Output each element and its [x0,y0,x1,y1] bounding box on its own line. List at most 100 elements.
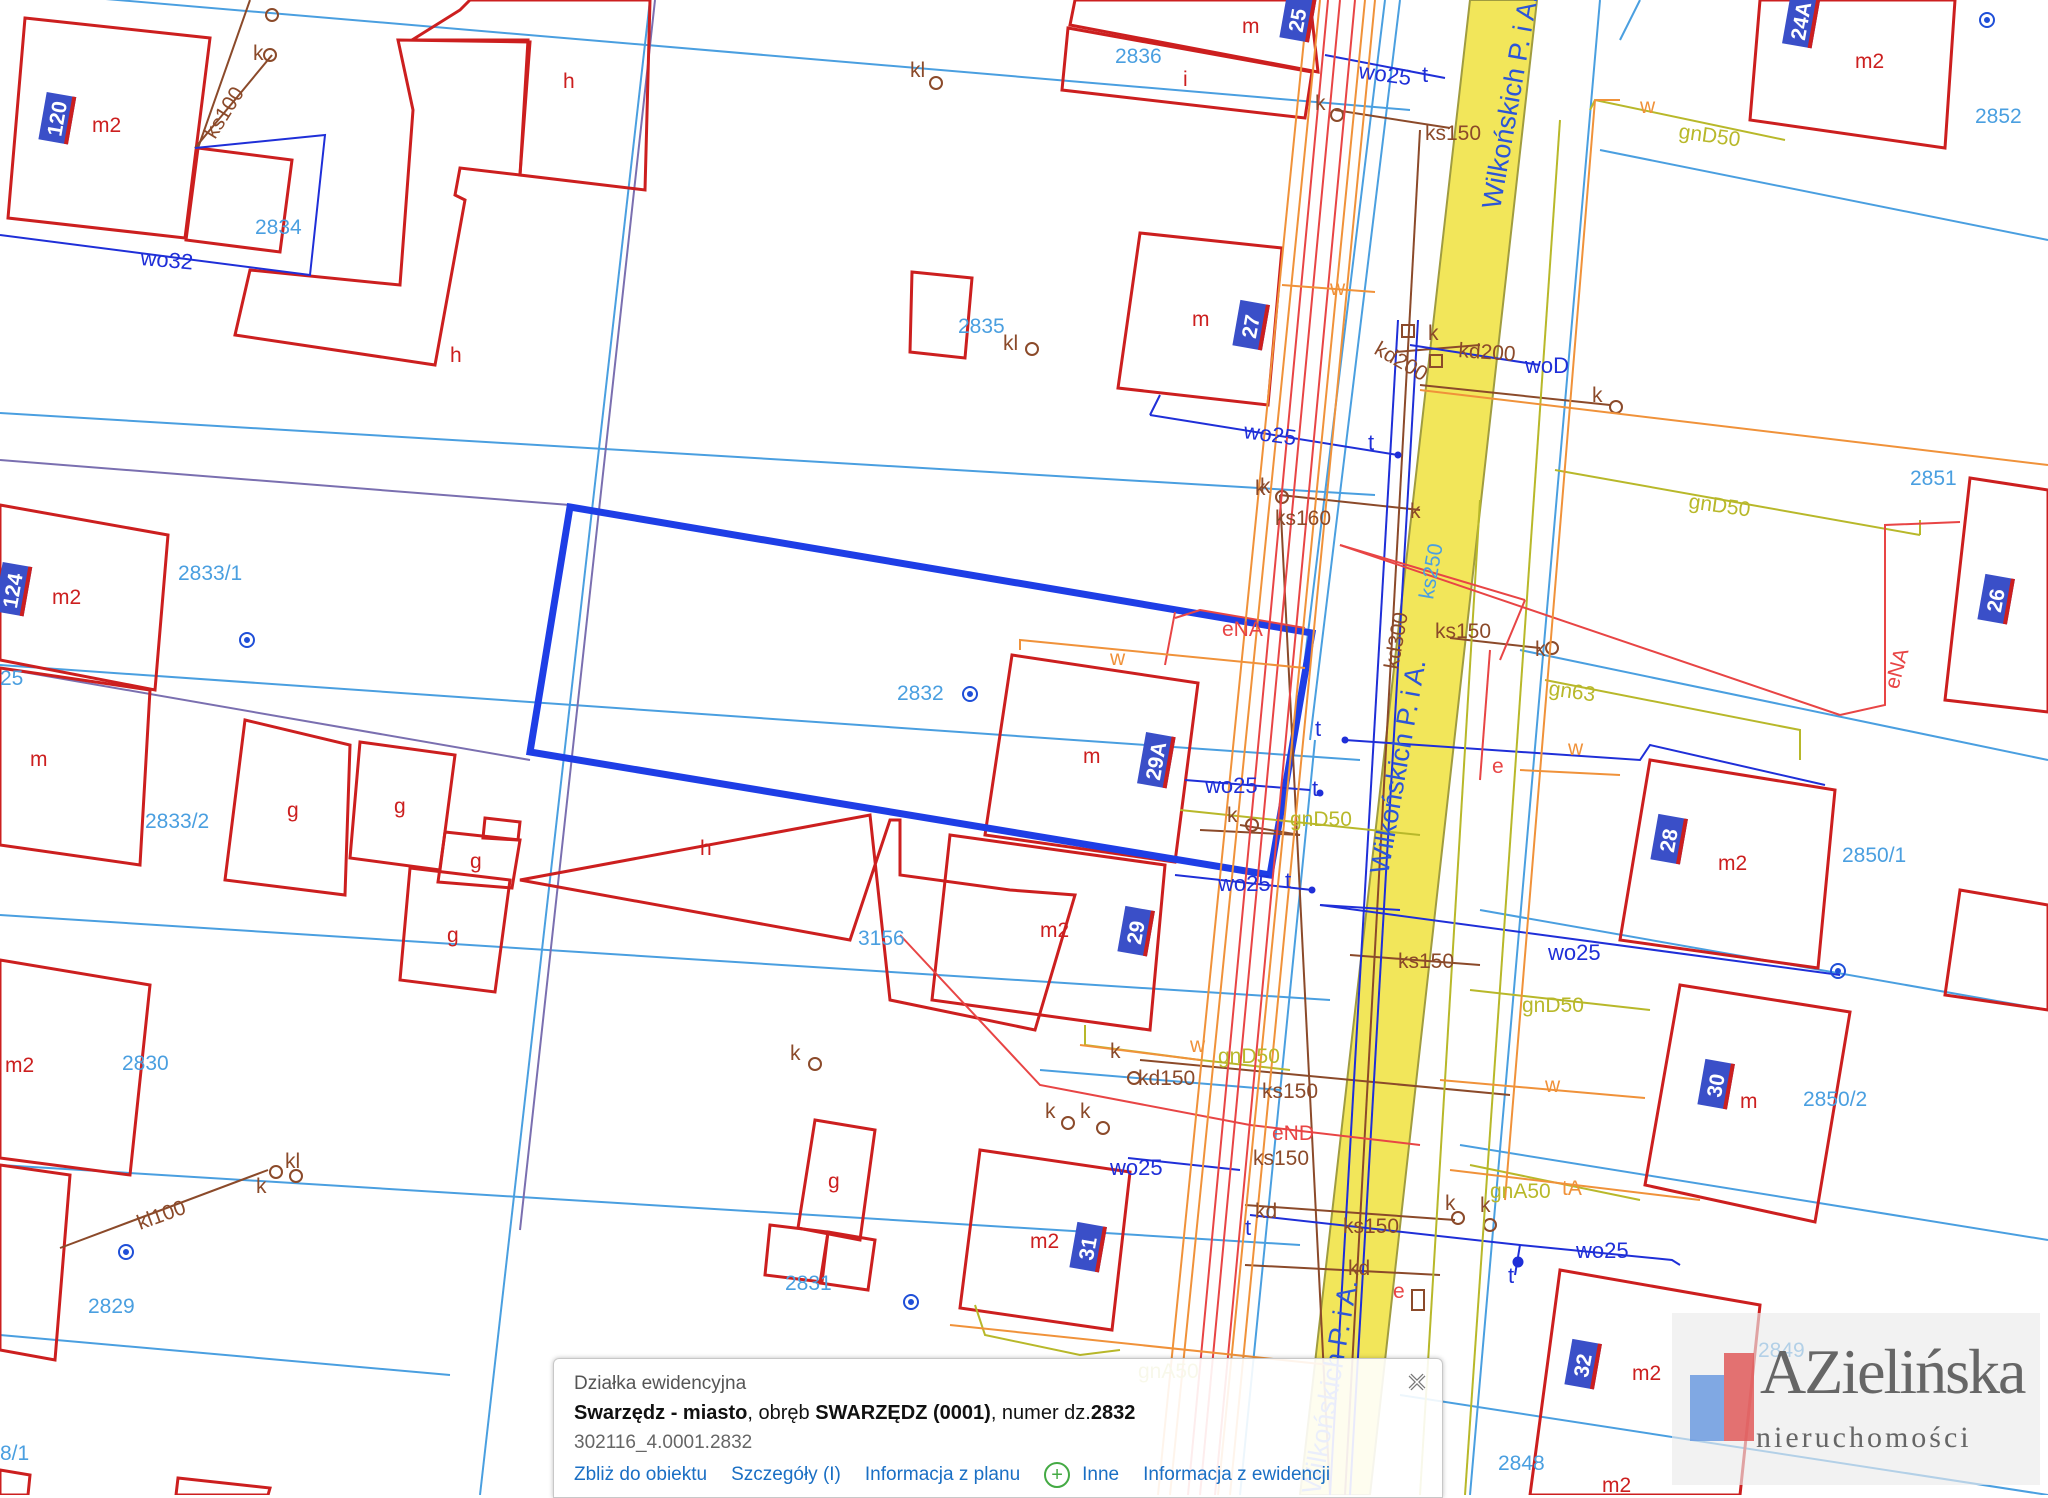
svg-text:k: k [1428,322,1439,345]
panel-header: Działka ewidencyjna [574,1373,747,1394]
parcel-lines-purple [0,0,656,1231]
parcel-info-panel: Działka ewidencyjna Swarzędz - miasto, o… [553,1358,1443,1498]
svg-text:28: 28 [1656,827,1683,854]
svg-text:ks150: ks150 [1425,122,1481,145]
svg-text:h: h [563,70,575,93]
details-link[interactable]: Szczegóły (I) [731,1464,841,1486]
title-number: 2832 [1090,1402,1136,1424]
svg-text:g: g [828,1170,840,1193]
svg-text:kd200: kd200 [1371,337,1432,386]
svg-text:h: h [450,344,462,367]
svg-text:wo25: wo25 [1547,940,1601,965]
svg-text:t: t [1312,776,1318,801]
svg-text:woD: woD [1524,353,1569,378]
svg-text:k: k [256,1175,267,1198]
svg-text:gnD50: gnD50 [1290,808,1352,831]
svg-text:k: k [253,42,264,65]
parcel-title: Swarzędz - miasto, obręb SWARZĘDZ (0001)… [574,1402,1422,1425]
svg-text:k: k [1535,638,1546,661]
parcel-2833-2: 2833/2 [145,810,209,833]
svg-text:m2: m2 [1040,919,1069,942]
parcel-identifier: 302116_4.0001.2832 [574,1432,753,1453]
svg-text:k: k [1410,500,1421,523]
parcel-2836: 2836 [1115,45,1162,68]
svg-text:w: w [1639,95,1656,118]
plus-circle-icon[interactable]: + [1044,1462,1071,1488]
plan-info-link[interactable]: Informacja z planu [865,1464,1020,1486]
svg-text:26: 26 [1983,587,2010,614]
parcel-2832: 2832 [897,682,944,705]
svg-text:eNA: eNA [1222,618,1263,641]
svg-text:gnD50: gnD50 [1218,1045,1280,1068]
svg-text:g: g [394,795,406,818]
svg-text:m2: m2 [5,1054,34,1077]
svg-text:t: t [1422,62,1428,87]
svg-text:m2: m2 [92,114,121,137]
parcel-2850-2: 2850/2 [1803,1088,1867,1111]
brand-watermark: AZielińska nieruchomości [1672,1313,2040,1485]
close-icon[interactable] [1404,1369,1430,1395]
svg-text:kd200: kd200 [1458,339,1517,366]
parcel-2851: 2851 [1910,467,1957,490]
svg-text:tA: tA [1562,1177,1582,1200]
panel-actions: Zbliż do obiektu Szczegóły (I) Informacj… [574,1462,1422,1488]
svg-text:gnD50: gnD50 [1687,490,1751,521]
svg-text:m2: m2 [1855,50,1884,73]
svg-text:k: k [1592,384,1603,407]
svg-text:eND: eND [1272,1122,1314,1145]
water-lines [0,54,1841,1495]
svg-text:27: 27 [1238,313,1265,340]
svg-text:30: 30 [1703,1072,1730,1099]
svg-text:k: k [790,1042,801,1065]
svg-text:t: t [1245,1215,1251,1240]
svg-text:gnD50: gnD50 [1677,120,1741,151]
parcel-2830: 2830 [122,1052,169,1075]
road-fill [1300,0,1537,1495]
svg-text:m: m [30,748,48,771]
svg-text:w: w [1189,1034,1206,1057]
brand-subtitle: nieruchomości [1756,1421,1972,1454]
buildings [0,0,2048,1495]
svg-text:w: w [1329,277,1346,300]
svg-text:wo25: wo25 [1356,58,1413,90]
svg-text:m: m [1192,308,1210,331]
svg-text:t: t [1508,1263,1514,1288]
svg-text:e: e [1393,1280,1405,1303]
svg-text:k: k [1260,475,1271,498]
svg-text:kl: kl [1003,332,1018,355]
zoom-to-object-link[interactable]: Zbliż do obiektu [574,1464,707,1486]
svg-text:g: g [287,799,299,822]
svg-text:w: w [1567,737,1584,760]
svg-text:m: m [1740,1090,1758,1113]
parcel-3156: 3156 [858,927,905,950]
svg-text:w: w [1109,647,1126,670]
svg-text:wo25: wo25 [1204,773,1258,798]
cadastral-map[interactable]: 2836 2852 2834 2835 2851 2833/1 2833/2 2… [0,0,2048,1495]
other-link[interactable]: Inne [1082,1464,1119,1486]
svg-text:32: 32 [1570,1352,1597,1379]
svg-text:ks150: ks150 [1343,1215,1399,1238]
svg-text:wo32: wo32 [139,245,195,275]
registry-info-link[interactable]: Informacja z ewidencji [1143,1464,1330,1486]
title-place: Swarzędz - miasto [574,1402,748,1424]
svg-text:h: h [700,837,712,860]
svg-text:kl: kl [910,59,925,82]
svg-text:gn63: gn63 [1547,677,1596,706]
svg-text:k: k [1227,804,1238,827]
parcel-25: 25 [0,667,23,690]
svg-text:m2: m2 [1602,1474,1631,1495]
svg-text:ks150: ks150 [1253,1147,1309,1170]
parcel-2833-1: 2833/1 [178,562,242,585]
svg-text:kd: kd [1255,1200,1277,1223]
svg-text:g: g [470,850,482,873]
svg-text:m2: m2 [1718,852,1747,875]
svg-text:wo25: wo25 [1109,1155,1163,1180]
parcel-8-1: 8/1 [0,1442,29,1465]
svg-text:kd: kd [1348,1257,1370,1280]
svg-text:kl100: kl100 [134,1196,189,1235]
svg-text:k: k [1315,92,1326,115]
svg-text:k: k [1045,1100,1056,1123]
parcel-lines [0,0,2048,1495]
svg-text:ks100: ks100 [200,83,249,143]
svg-text:e: e [1492,755,1504,778]
